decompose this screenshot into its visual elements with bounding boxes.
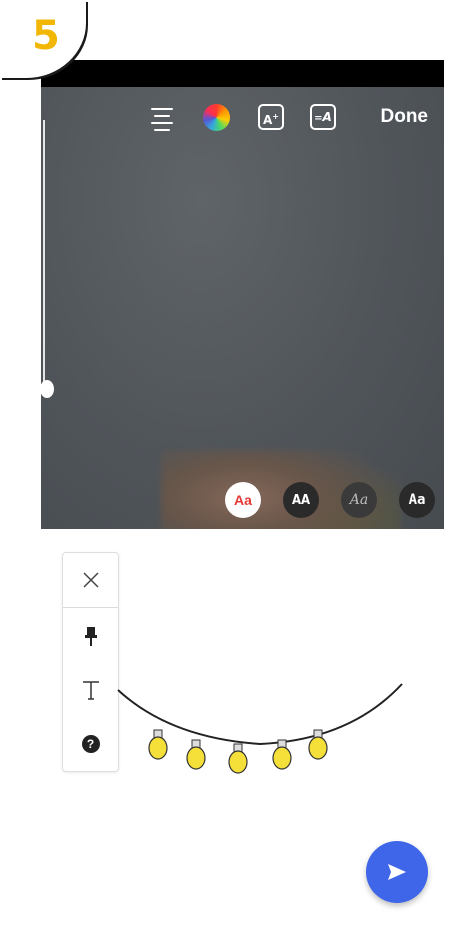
- font-modern-button[interactable]: AA: [283, 482, 319, 518]
- text-effect-icon[interactable]: A+: [258, 104, 284, 130]
- light-bulb: [228, 743, 248, 774]
- step-number: 5: [32, 13, 60, 59]
- done-button[interactable]: Done: [381, 106, 429, 128]
- slider-handle[interactable]: [41, 380, 54, 398]
- help-label: ?: [81, 735, 100, 753]
- string-lights-illustration: [117, 683, 403, 774]
- font-picker: Aa AA Aa Aa: [41, 480, 444, 520]
- light-bulb: [148, 729, 168, 760]
- text-style-icon[interactable]: =A: [310, 104, 336, 130]
- font-typewriter-button[interactable]: Aa: [399, 482, 435, 518]
- text-size-slider[interactable]: [41, 120, 54, 398]
- story-editor-screen: A+ =A Done Aa AA Aa Aa: [41, 60, 444, 529]
- color-wheel-icon[interactable]: [203, 104, 230, 131]
- font-script-button[interactable]: Aa: [341, 482, 377, 518]
- editor-toolbar: A+ =A Done: [41, 100, 444, 134]
- pushpin-icon[interactable]: [63, 621, 118, 651]
- light-bulb: [186, 739, 206, 770]
- send-icon: [388, 864, 406, 880]
- text-align-icon[interactable]: [151, 104, 177, 131]
- panel-divider: [63, 607, 118, 608]
- font-classic-button[interactable]: Aa: [225, 482, 261, 518]
- text-effect-label: A: [263, 113, 273, 127]
- status-bar: [41, 60, 444, 87]
- send-button[interactable]: [366, 841, 428, 903]
- close-icon[interactable]: [63, 565, 118, 595]
- light-bulb: [308, 729, 328, 760]
- light-bulb: [272, 739, 292, 770]
- text-style-label: A: [322, 110, 332, 124]
